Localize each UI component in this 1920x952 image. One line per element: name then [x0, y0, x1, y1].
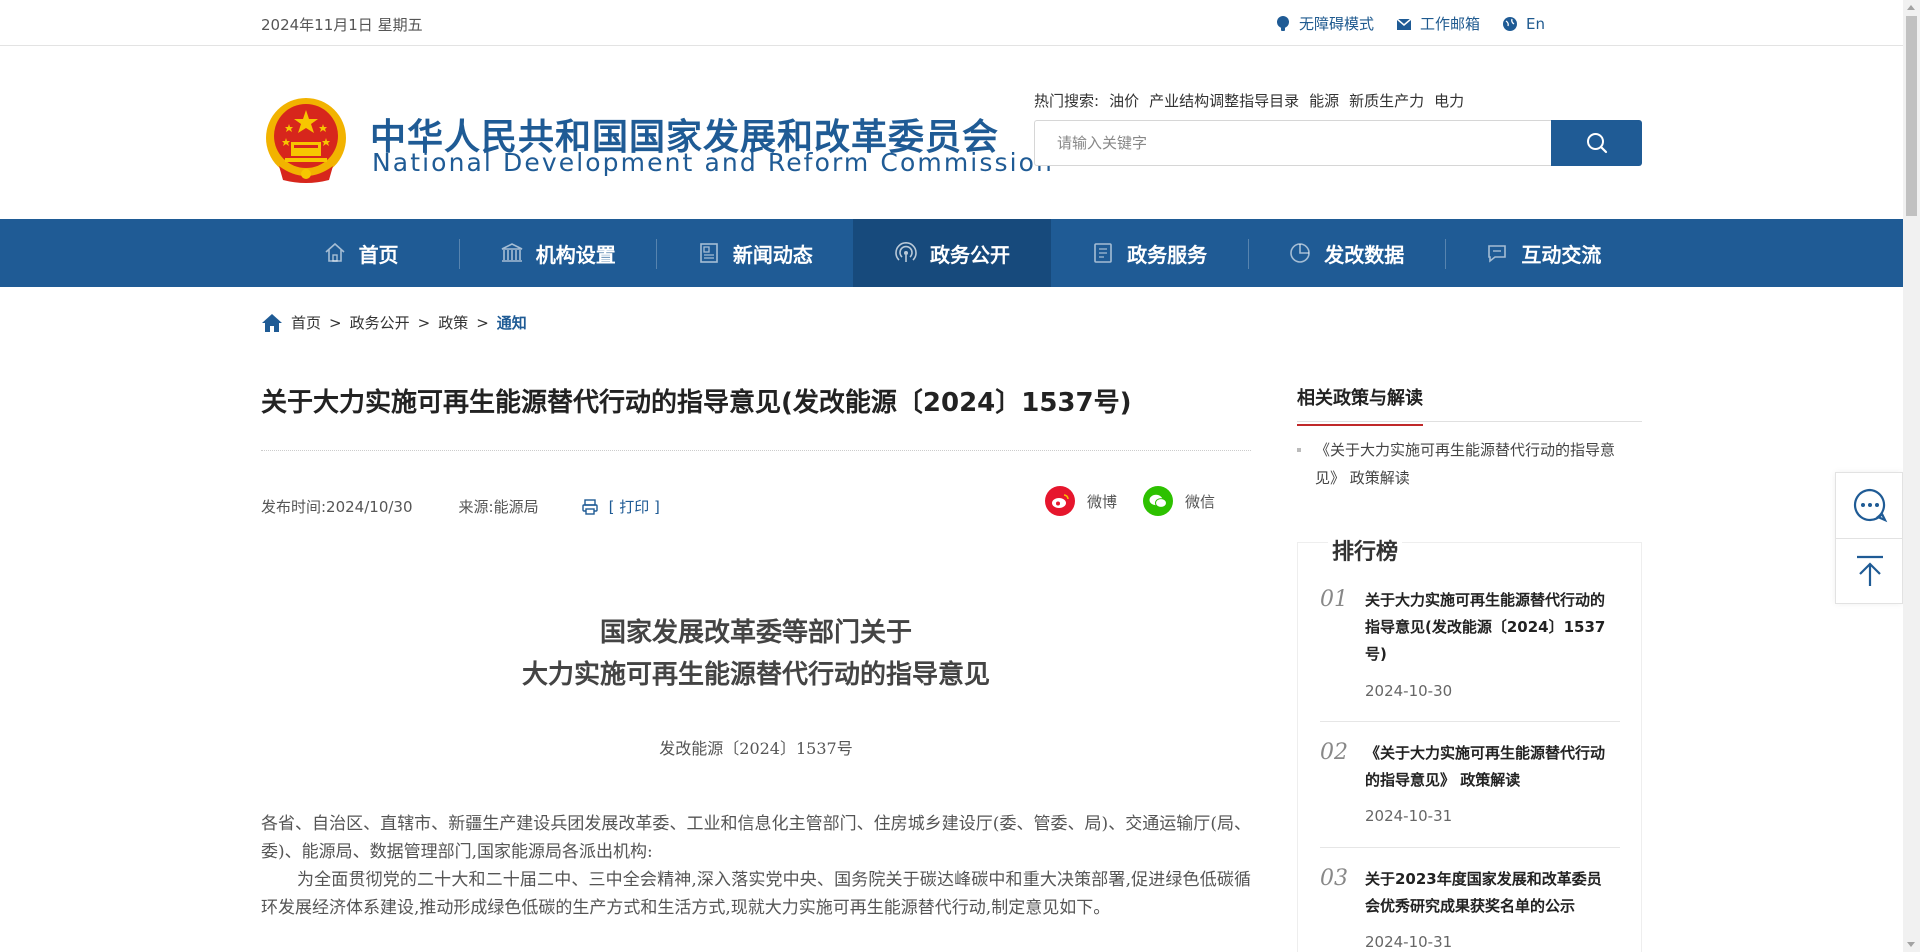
breadcrumb-current[interactable]: 通知 [497, 312, 527, 333]
article-meta: 发布时间:2024/10/30 来源:能源局 [ 打印 ] [261, 496, 660, 517]
hot-keyword[interactable]: 产业结构调整指导目录 [1149, 90, 1299, 111]
feedback-button[interactable] [1836, 473, 1904, 537]
current-date: 2024年11月1日 星期五 [261, 16, 423, 34]
nav-home[interactable]: 首页 [262, 219, 459, 287]
breadcrumb-home[interactable]: 首页 [291, 312, 321, 333]
ranking-title: 排行榜 [1328, 534, 1403, 566]
share-bar: 微博 微信 [1045, 486, 1215, 516]
nav-government-affairs[interactable]: 政务公开 [853, 219, 1051, 287]
breadcrumb-separator: > [417, 313, 431, 332]
mail-icon [1396, 16, 1412, 32]
search-input[interactable] [1034, 120, 1551, 166]
top-links: 无障碍模式 工作邮箱 En [1275, 13, 1545, 34]
related-policy-link[interactable]: 《关于大力实施可再生能源替代行动的指导意见》 政策解读 [1297, 436, 1642, 492]
wechat-icon [1143, 486, 1174, 516]
nav-services[interactable]: 政务服务 [1051, 219, 1248, 287]
scrollbar-thumb[interactable] [1906, 16, 1917, 216]
hot-keyword[interactable]: 能源 [1309, 90, 1339, 111]
breadcrumb-separator: > [329, 313, 342, 332]
search-box [1034, 120, 1642, 166]
divider [1320, 721, 1620, 722]
hot-keyword[interactable]: 电力 [1434, 90, 1464, 111]
hot-keyword[interactable]: 新质生产力 [1349, 90, 1424, 111]
search-icon [1586, 133, 1607, 154]
breadcrumb-separator: > [476, 313, 489, 332]
service-icon [1094, 243, 1112, 263]
weibo-icon [1045, 486, 1075, 516]
breadcrumb: 首页 > 政务公开 > 政策 > 通知 [261, 312, 527, 333]
search-button[interactable] [1551, 120, 1642, 166]
document-number: 发改能源〔2024〕1537号 [659, 739, 853, 758]
publish-time: 发布时间:2024/10/30 [261, 498, 413, 516]
body-paragraph: 各省、自治区、直辖市、新疆生产建设兵团发展改革委、工业和信息化主管部门、住房城乡… [261, 814, 1251, 862]
accessibility-mode-link[interactable]: 无障碍模式 [1275, 13, 1374, 34]
breadcrumb-policy[interactable]: 政策 [438, 312, 468, 333]
scroll-down-arrow[interactable] [1907, 942, 1915, 947]
top-bar: 2024年11月1日 星期五 无障碍模式 工作邮箱 En [0, 0, 1903, 46]
hot-keyword[interactable]: 油价 [1109, 90, 1139, 111]
related-policies-header: 相关政策与解读 [1297, 384, 1642, 426]
arrow-up-icon [1857, 555, 1883, 586]
site-title-en[interactable]: National Development and Reform Commissi… [372, 148, 1054, 177]
globe-icon [1502, 16, 1518, 32]
print-button[interactable]: [ 打印 ] [581, 496, 660, 517]
document-title: 国家发展改革委等部门关于 大力实施可再生能源替代行动的指导意见 [521, 618, 990, 690]
divider [261, 450, 1251, 451]
article-title: 关于大力实施可再生能源替代行动的指导意见(发改能源〔2024〕1537号) [261, 388, 1132, 418]
home-icon [325, 242, 345, 262]
article-source: 来源:能源局 [458, 498, 539, 516]
national-emblem-logo[interactable] [261, 94, 351, 186]
main-nav: 首页 机构设置 新闻动态 政务公开 政务服务 发改数据 互动交流 [0, 219, 1903, 287]
news-icon [700, 243, 718, 263]
home-icon[interactable] [261, 313, 283, 333]
printer-icon [581, 498, 598, 515]
work-email-link[interactable]: 工作邮箱 [1396, 13, 1480, 34]
nav-interaction[interactable]: 互动交流 [1444, 219, 1642, 287]
chat-bubble-icon [1853, 488, 1888, 523]
chat-icon [1488, 245, 1507, 263]
building-icon [501, 243, 523, 262]
breadcrumb-government-affairs[interactable]: 政务公开 [350, 312, 410, 333]
page-scrollbar[interactable] [1903, 0, 1920, 952]
broadcast-icon [895, 242, 917, 262]
divider [1320, 847, 1620, 848]
floating-toolbar [1835, 472, 1904, 604]
scroll-up-arrow[interactable] [1907, 5, 1915, 10]
nav-data[interactable]: 发改数据 [1247, 219, 1445, 287]
nav-news[interactable]: 新闻动态 [656, 219, 853, 287]
hot-search-label: 热门搜索: [1034, 92, 1100, 110]
ranking-panel: 排行榜 01 关于大力实施可再生能源替代行动的指导意见(发改能源〔2024〕15… [1297, 534, 1642, 952]
back-to-top-button[interactable] [1836, 538, 1904, 602]
english-link[interactable]: En [1502, 13, 1545, 34]
accessibility-icon [1275, 15, 1291, 32]
page: 2024年11月1日 星期五 无障碍模式 工作邮箱 En 中华人民共和国国家发展… [0, 0, 1920, 952]
share-wechat[interactable]: 微信 [1143, 486, 1215, 516]
share-weibo[interactable]: 微博 [1045, 486, 1117, 516]
hot-search: 热门搜索: 油价 产业结构调整指导目录 能源 新质生产力 电力 [1034, 90, 1464, 111]
pie-chart-icon [1290, 243, 1311, 263]
body-paragraph: 为全面贯彻党的二十大和二十届二中、三中全会精神,深入落实党中央、国务院关于碳达峰… [261, 870, 1251, 918]
article-body: 各省、自治区、直辖市、新疆生产建设兵团发展改革委、工业和信息化主管部门、住房城乡… [261, 810, 1251, 922]
nav-organization[interactable]: 机构设置 [459, 219, 656, 287]
